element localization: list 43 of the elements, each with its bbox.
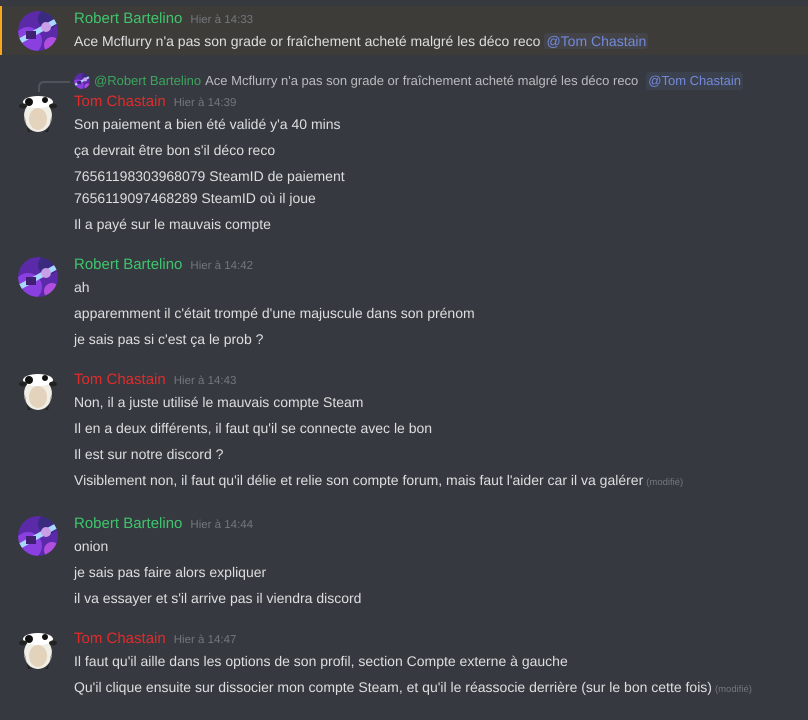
message-text: je sais pas si c'est ça le prob ? (74, 330, 264, 349)
message-text: Il faut qu'il aille dans les options de son profil, section Compte externe à gauche (74, 652, 569, 671)
message-text: ça devrait être bon s'il déco reco (74, 141, 276, 160)
timestamp: Hier à 14:44 (190, 518, 254, 533)
reply-connector (38, 81, 70, 92)
message-text: Son paiement a bien été validé y'a 40 mins (74, 115, 342, 134)
edited-tag: (modifié) (714, 684, 752, 695)
message-text: Ace Mcflurry n'a pas son grade or fraîchement acheté malgré les déco reco (74, 33, 540, 49)
avatar (18, 94, 58, 134)
message-text: onion (74, 537, 110, 556)
username[interactable]: Tom Chastain (74, 92, 166, 112)
message-text: je sais pas faire alors expliquer (74, 563, 268, 582)
message-text: Visiblement non, il faut qu'il délie et relie son compte forum, mais faut l'aider car il va galérer (74, 472, 644, 488)
message-text: apparemment il c'était trompé d'une majuscule dans son prénom (74, 304, 476, 323)
avatar (18, 516, 58, 556)
username[interactable]: Tom Chastain (74, 629, 166, 649)
message-text: ah (74, 278, 91, 297)
timestamp: Hier à 14:33 (190, 13, 254, 28)
username[interactable]: Robert Bartelino (74, 9, 182, 29)
timestamp: Hier à 14:47 (174, 633, 236, 648)
timestamp: Hier à 14:43 (174, 374, 236, 389)
username[interactable]: Tom Chastain (74, 370, 166, 390)
timestamp: Hier à 14:39 (174, 96, 236, 111)
avatar (18, 257, 58, 297)
message-text: Il en a deux différents, il faut qu'il se connecte avec le bon (74, 419, 434, 438)
message-text: Il a payé sur le mauvais compte (74, 215, 272, 234)
mention[interactable]: @Tom Chastain (646, 72, 743, 90)
message-text: Il est sur notre discord ? (74, 445, 224, 464)
username[interactable]: Robert Bartelino (74, 514, 182, 534)
mention[interactable]: @Tom Chastain (544, 33, 648, 49)
timestamp: Hier à 14:42 (190, 259, 254, 274)
reply-author: @Robert Bartelino (94, 72, 202, 90)
reply-text: Ace Mcflurry n'a pas son grade or fraîchement acheté malgré les déco reco (205, 72, 638, 90)
username[interactable]: Robert Bartelino (74, 255, 182, 275)
message-text: Non, il a juste utilisé le mauvais compte Steam (74, 393, 364, 412)
avatar (18, 631, 58, 671)
message-text: Qu'il clique ensuite sur dissocier mon compte Steam, et qu'il le réassocie derrière (sur le bon cette fois) (74, 679, 712, 695)
message-text: il va essayer et s'il arrive pas il viendra discord (74, 589, 362, 608)
avatar (18, 372, 58, 412)
avatar (74, 73, 90, 89)
message-text: 76561198303968079 SteamID de paiement 7656119097468289 SteamID où il joue (74, 167, 346, 208)
edited-tag: (modifié) (646, 477, 684, 488)
avatar (18, 11, 58, 51)
